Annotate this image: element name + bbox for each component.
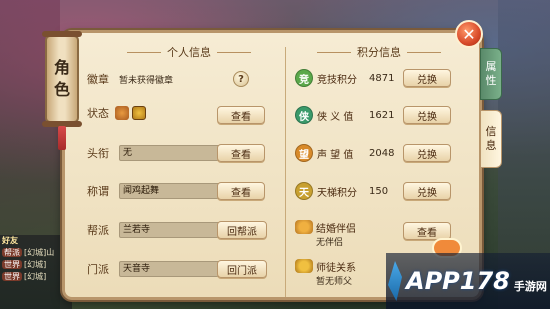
badge-row: 徽章 暂未获得徽章 <box>87 71 173 87</box>
chat-text: [幻城] <box>24 260 47 269</box>
nickname-view-button[interactable]: 查看 <box>217 182 265 200</box>
title-row: 头衔 无 <box>87 145 223 161</box>
points-info-title-text: 积分信息 <box>357 46 401 59</box>
badge-help-icon[interactable]: ? <box>233 71 249 87</box>
ladder-points-icon: 天 <box>295 182 313 200</box>
sect-field: 天音寺 <box>119 261 223 277</box>
chat-tag: 世界 <box>2 260 22 269</box>
points-name: 天梯积分 <box>317 187 357 199</box>
watermark-sub: 手游网 <box>513 280 547 293</box>
personal-info-title-text: 个人信息 <box>167 46 211 59</box>
status-buff-icon[interactable] <box>115 106 129 120</box>
marriage-rings-icon <box>295 220 313 234</box>
close-button[interactable]: ✕ <box>455 20 483 48</box>
master-disciple-icon <box>295 259 313 273</box>
chat-text: [幻城]山 <box>24 248 55 257</box>
guild-label: 帮派 <box>87 224 109 237</box>
title-dash <box>127 51 161 53</box>
master-row: 师徒关系 暂无师父 <box>295 259 356 287</box>
tassel-ornament <box>58 126 66 150</box>
marriage-title: 结婚伴侣 <box>316 224 356 235</box>
column-divider <box>285 47 286 297</box>
chat-text: [幻城] <box>24 272 47 281</box>
chivalry-icon: 侠 <box>295 106 313 124</box>
sect-label: 门派 <box>87 263 109 276</box>
arena-exchange-button[interactable]: 兑换 <box>403 69 451 87</box>
return-sect-button[interactable]: 回门派 <box>217 260 267 278</box>
nickname-row: 称谓 闻鸡起舞 <box>87 183 223 199</box>
tab-char: 属 <box>485 60 497 73</box>
tab-info[interactable]: 信 息 <box>480 110 502 168</box>
watermark: APP178 手游网 <box>386 253 550 309</box>
title-dash <box>317 51 351 53</box>
status-view-button[interactable]: 查看 <box>217 106 265 124</box>
reputation-icon: 望 <box>295 144 313 162</box>
points-name: 竞技积分 <box>317 74 357 86</box>
status-buff-icon[interactable] <box>132 106 146 120</box>
title-dash <box>217 51 251 53</box>
role-scroll-tab: 角 色 <box>42 31 82 127</box>
arena-points-icon: 竞 <box>295 69 313 87</box>
reputation-exchange-button[interactable]: 兑换 <box>403 144 451 162</box>
points-info-title: 积分信息 <box>317 44 441 60</box>
status-row: 状态 <box>87 105 149 121</box>
tab-char: 信 <box>485 125 497 138</box>
points-row-ladder: 天 天梯积分 150 <box>295 182 409 200</box>
chivalry-exchange-button[interactable]: 兑换 <box>403 106 451 124</box>
title-dash <box>407 51 441 53</box>
tab-char: 性 <box>485 74 497 87</box>
points-row-reputation: 望 声 望 值 2048 <box>295 144 409 162</box>
marriage-value: 无伴侣 <box>316 238 344 248</box>
guild-row: 帮派 兰若寺 <box>87 222 223 238</box>
marriage-row: 结婚伴侣 无伴侣 <box>295 220 356 248</box>
master-title: 师徒关系 <box>316 263 356 274</box>
return-guild-button[interactable]: 回帮派 <box>217 221 267 239</box>
ladder-exchange-button[interactable]: 兑换 <box>403 182 451 200</box>
chat-tag: 帮派 <box>2 248 22 257</box>
tab-attributes[interactable]: 属 性 <box>480 48 502 100</box>
points-name: 侠 义 值 <box>317 111 354 123</box>
title-label: 头衔 <box>87 147 109 160</box>
role-char-2: 色 <box>53 80 70 99</box>
chat-tag: 世界 <box>2 272 22 281</box>
watermark-logo-icon <box>388 261 402 301</box>
points-row-chivalry: 侠 侠 义 值 1621 <box>295 106 409 124</box>
sect-row: 门派 天音寺 <box>87 261 223 277</box>
tab-char: 息 <box>485 139 497 152</box>
nickname-label: 称谓 <box>87 185 109 198</box>
badge-label: 徽章 <box>87 73 109 86</box>
master-value: 暂无师父 <box>316 277 353 287</box>
points-name: 声 望 值 <box>317 149 354 161</box>
badge-value: 暂未获得徽章 <box>119 75 174 86</box>
role-char-1: 角 <box>53 58 70 77</box>
title-view-button[interactable]: 查看 <box>217 144 265 162</box>
watermark-main: APP178 <box>406 267 510 295</box>
title-field: 无 <box>119 145 223 161</box>
status-label: 状态 <box>87 107 109 120</box>
guild-field: 兰若寺 <box>119 222 223 238</box>
points-row-arena: 竞 竞技积分 4871 <box>295 69 409 87</box>
personal-info-title: 个人信息 <box>127 44 251 60</box>
nickname-field: 闻鸡起舞 <box>119 183 223 199</box>
